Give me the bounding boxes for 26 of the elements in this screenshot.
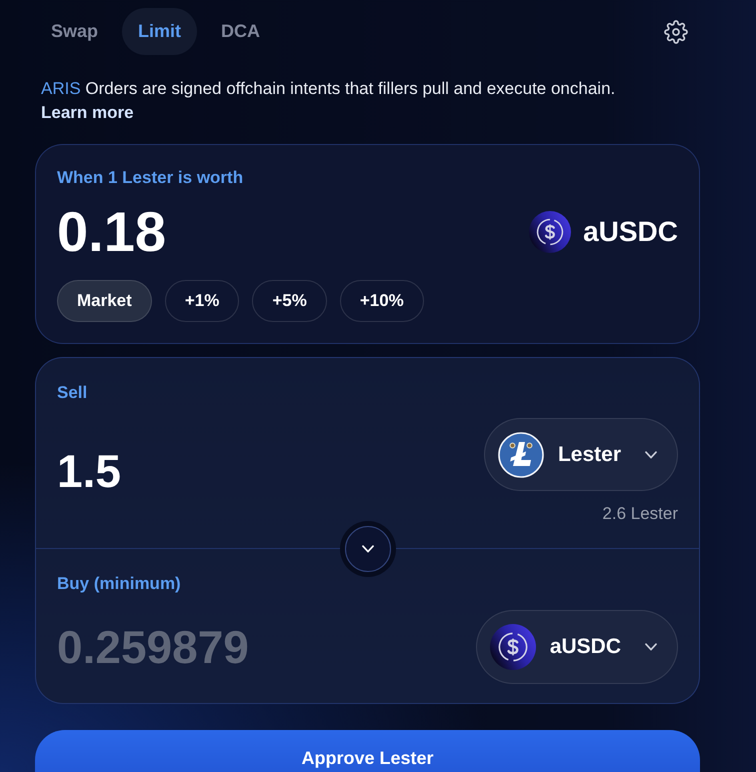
approve-button[interactable]: Approve Lester [35, 730, 700, 772]
notice-text: ARIS Orders are signed offchain intents that fillers pull and execute onchain. Learn more [40, 78, 616, 124]
field-label: Buy (minimum) [57, 573, 182, 595]
letter-l-coin-icon [498, 432, 544, 478]
amount-field[interactable]: 1.5 [57, 445, 484, 497]
preset-button[interactable]: +10% [340, 280, 424, 322]
token-symbol: aUSDC [583, 216, 678, 248]
tab[interactable]: DCA [205, 8, 276, 55]
chevron-down-icon [362, 545, 374, 553]
token-select-button[interactable]: aUSDC [476, 610, 678, 684]
settings-icon[interactable] [664, 20, 688, 44]
chevron-down-icon [645, 643, 657, 651]
preset-button[interactable]: Market [57, 280, 152, 322]
tab[interactable]: Limit [122, 8, 198, 55]
preset-button[interactable]: +1% [164, 280, 240, 322]
price-field[interactable]: 0.18 [57, 203, 530, 261]
chevron-down-icon [645, 450, 657, 458]
balance-text: 2.6 Lester [602, 504, 678, 524]
field-label: Sell [57, 382, 88, 404]
token-select-button[interactable]: Lester [484, 418, 678, 491]
learn-more-link[interactable]: Learn more [41, 103, 134, 122]
preset-button[interactable]: +5% [252, 280, 327, 322]
tab[interactable]: Swap [35, 8, 114, 55]
field-label: When 1 Lester is worth [57, 167, 244, 189]
dollar-coin-icon [490, 624, 536, 670]
dollar-coin-icon [529, 211, 572, 253]
